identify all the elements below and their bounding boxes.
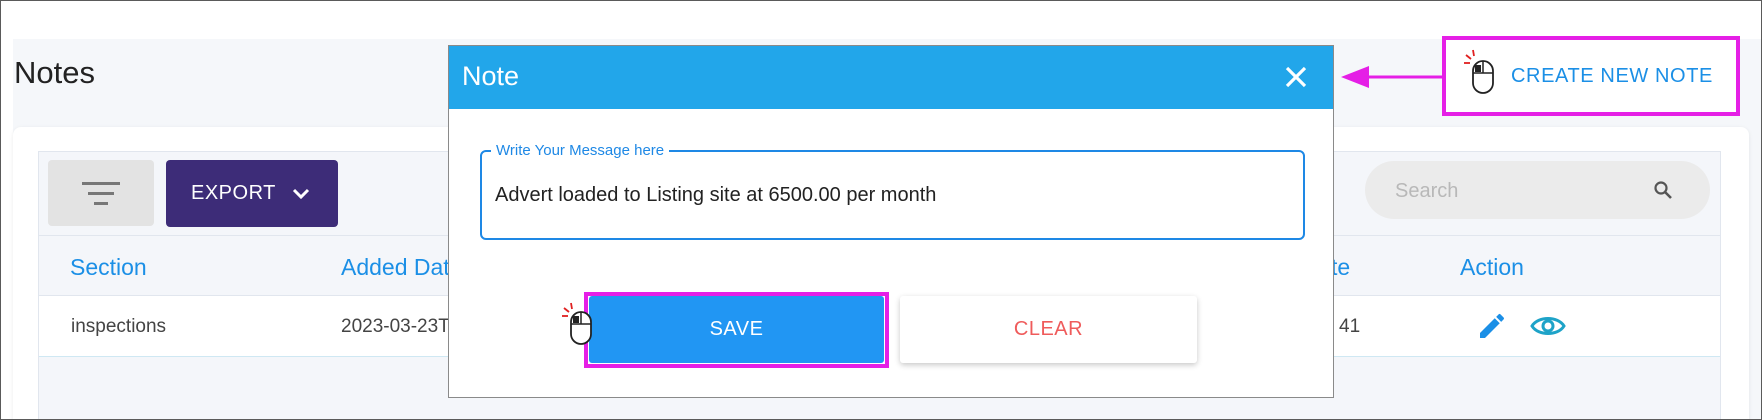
search-icon[interactable] xyxy=(1653,180,1673,200)
clear-button[interactable]: CLEAR xyxy=(900,296,1197,363)
mouse-click-icon xyxy=(562,302,592,345)
eye-icon[interactable] xyxy=(1530,312,1566,340)
mouse-click-icon xyxy=(1464,49,1494,94)
screenshot-frame: Notes EXPORT Section Added Dat te Action… xyxy=(0,0,1762,420)
column-header-action: Action xyxy=(1460,254,1524,280)
create-new-note-button[interactable]: CREATE NEW NOTE xyxy=(1501,54,1723,98)
note-modal: Note Write Your Message here SAVE CLEAR xyxy=(448,45,1334,398)
pencil-icon[interactable] xyxy=(1476,310,1508,342)
filter-button[interactable] xyxy=(48,160,154,226)
close-icon[interactable] xyxy=(1283,64,1309,90)
column-header-section[interactable]: Section xyxy=(70,254,147,281)
cell-date: 41 xyxy=(1339,316,1361,337)
modal-title: Note xyxy=(462,61,520,91)
save-button[interactable]: SAVE xyxy=(589,296,884,363)
export-button[interactable]: EXPORT xyxy=(166,160,338,227)
export-label: EXPORT xyxy=(191,182,276,204)
cell-added-date: 2023-03-23T xyxy=(341,316,450,337)
modal-header: Note xyxy=(449,46,1333,109)
search-box xyxy=(1365,161,1710,221)
page-title: Notes xyxy=(14,55,95,90)
column-header-added-date[interactable]: Added Dat xyxy=(341,254,450,281)
search-input[interactable] xyxy=(1393,161,1647,221)
message-field: Write Your Message here xyxy=(480,142,1305,240)
cell-section: inspections xyxy=(71,316,167,337)
chevron-down-icon xyxy=(292,188,309,199)
message-field-label: Write Your Message here xyxy=(491,142,670,159)
message-input[interactable] xyxy=(495,178,1285,212)
arrow-left-icon xyxy=(1341,66,1443,88)
